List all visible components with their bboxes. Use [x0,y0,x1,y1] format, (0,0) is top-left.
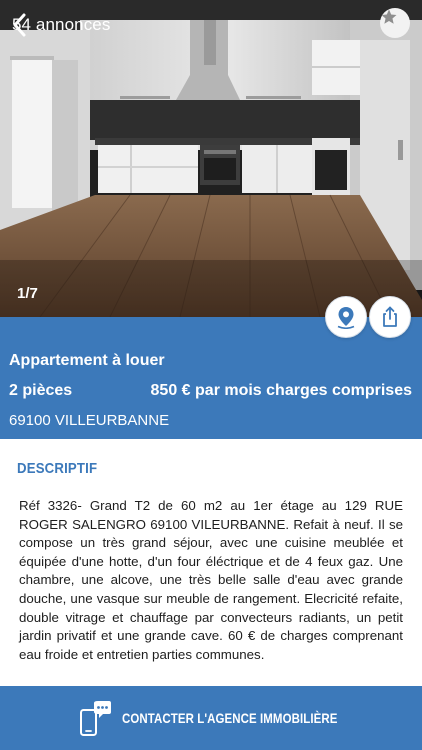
back-button[interactable]: 54 annonces [10,10,110,40]
chevron-left-icon [13,13,26,37]
phone-chat-icon [79,701,111,736]
kitchen-photo-image [0,0,422,317]
listing-summary: Appartement à louer 2 pièces 850 € par m… [0,296,422,439]
share-button[interactable] [369,296,411,338]
share-icon [383,306,397,327]
map-button[interactable] [325,296,367,338]
description-heading: DESCRIPTIF [17,460,98,477]
description-section: DESCRIPTIF Réf 3326- Grand T2 de 60 m2 a… [0,439,422,686]
contact-agency-label: CONTACTER L'AGENCE IMMOBILIÈRE [121,710,338,726]
map-pin-icon [337,307,355,329]
contact-agency-button[interactable]: CONTACTER L'AGENCE IMMOBILIÈRE [0,686,422,750]
favorite-button[interactable] [380,8,410,38]
listing-rooms: 2 pièces [9,382,73,399]
description-text: Réf 3326- Grand T2 de 60 m2 au 1er étage… [19,498,403,662]
gallery-counter: 1/7 [17,285,38,302]
listing-price: 850 € par mois charges comprises [150,382,412,399]
listing-city: 69100 VILLEURBANNE [9,412,170,429]
listing-photo[interactable]: 54 annonces 1/7 [0,0,422,317]
star-icon [381,9,397,24]
listing-title: Appartement à louer [9,352,165,369]
